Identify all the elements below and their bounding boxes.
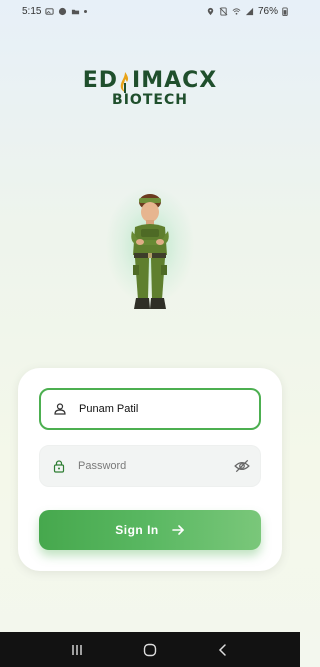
status-left: 5:15 <box>22 5 88 17</box>
logo-wordmark: ED IMACX <box>83 68 218 93</box>
status-bar: 5:15 76% <box>0 0 300 22</box>
wifi-icon <box>232 7 241 15</box>
logo-suffix: IMACX <box>132 68 218 93</box>
eye-off-icon[interactable] <box>234 458 250 474</box>
home-button[interactable] <box>140 640 160 660</box>
person-icon <box>54 403 66 415</box>
home-icon <box>143 643 157 656</box>
arrow-right-icon <box>171 525 184 535</box>
recent-apps-button[interactable] <box>67 640 87 660</box>
status-time: 5:15 <box>22 5 42 17</box>
back-button[interactable] <box>213 640 233 660</box>
logo-prefix: ED <box>82 68 119 93</box>
battery-percent: 76% <box>257 5 278 17</box>
battery-icon <box>282 6 288 16</box>
username-field[interactable] <box>39 388 261 430</box>
brand-logo: ED IMACX BIOTECH <box>0 68 300 108</box>
location-icon <box>207 7 214 15</box>
flame-icon <box>120 72 129 93</box>
app-icon <box>59 7 67 15</box>
system-nav-bar <box>0 632 300 667</box>
sign-in-button[interactable]: Sign In <box>39 510 261 550</box>
folder-icon <box>72 9 80 14</box>
mascot-character-icon <box>131 194 169 309</box>
password-input[interactable] <box>78 460 234 472</box>
status-right: 76% <box>206 6 288 17</box>
sign-in-label: Sign In <box>115 523 159 537</box>
logo-subtitle: BIOTECH <box>112 92 188 108</box>
mascot-illustration <box>105 185 195 320</box>
gallery-icon <box>45 7 55 15</box>
login-card: Sign In <box>18 368 282 571</box>
password-field[interactable] <box>39 445 261 487</box>
recent-apps-icon <box>71 644 82 655</box>
lock-icon <box>53 460 65 473</box>
signal-icon <box>245 7 254 15</box>
back-icon <box>219 643 227 656</box>
notification-dot-icon <box>84 9 88 13</box>
username-input[interactable] <box>79 403 249 415</box>
mute-icon <box>219 6 228 16</box>
